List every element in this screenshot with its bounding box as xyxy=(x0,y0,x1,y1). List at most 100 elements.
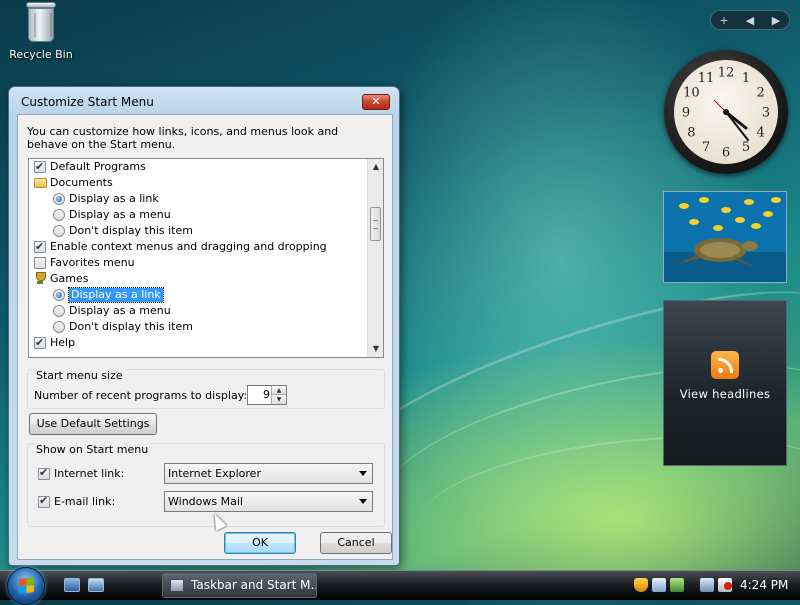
spin-up-button[interactable]: ▲ xyxy=(271,386,286,395)
taskbar-task-label: Taskbar and Start M... xyxy=(191,578,317,592)
clock-numeral: 1 xyxy=(742,71,750,86)
scroll-down-arrow[interactable]: ▼ xyxy=(368,341,383,357)
clock-numeral: 10 xyxy=(683,86,700,101)
spin-down-button[interactable]: ▼ xyxy=(271,395,286,404)
list-item[interactable]: Default Programs xyxy=(29,159,369,175)
list-item[interactable]: Display as a link xyxy=(29,287,369,303)
slideshow-gadget[interactable] xyxy=(663,191,787,283)
option-checkbox[interactable] xyxy=(34,257,46,269)
list-item-label: Enable context menus and dragging and dr… xyxy=(50,240,327,253)
sidebar-prev-button[interactable]: ◀ xyxy=(738,14,762,27)
internet-link-dropdown[interactable]: Internet Explorer xyxy=(164,463,373,484)
mute-indicator-icon xyxy=(724,582,732,590)
list-item-label: Don't display this item xyxy=(69,224,193,237)
list-item[interactable]: Help xyxy=(29,335,369,351)
option-radio[interactable] xyxy=(53,305,65,317)
option-checkbox[interactable] xyxy=(34,335,46,351)
intro-text: You can customize how links, icons, and … xyxy=(27,125,339,151)
defender-icon[interactable] xyxy=(652,578,666,592)
ok-button[interactable]: OK xyxy=(224,532,296,554)
taskbar-task-button[interactable]: Taskbar and Start M... xyxy=(162,573,317,598)
games-trophy-icon xyxy=(34,272,46,286)
start-menu-size-group: Start menu size Number of recent program… xyxy=(27,369,385,409)
list-item-label: Games xyxy=(50,272,89,285)
view-headlines-label[interactable]: View headlines xyxy=(664,387,786,401)
email-link-dropdown[interactable]: Windows Mail xyxy=(164,491,373,512)
list-item-label: Help xyxy=(50,336,76,349)
clock-numeral: 2 xyxy=(756,86,764,101)
list-item-label: Display as a menu xyxy=(69,208,171,221)
taskbar: Taskbar and Start M... 4:24 PM xyxy=(0,567,800,605)
option-radio[interactable] xyxy=(53,209,65,221)
internet-link-checkbox[interactable] xyxy=(38,466,50,480)
sidebar-next-button[interactable]: ▶ xyxy=(764,14,788,27)
start-menu-size-title: Start menu size xyxy=(34,369,125,382)
clock-numeral: 6 xyxy=(722,146,730,161)
option-checkbox[interactable] xyxy=(34,159,46,175)
internet-link-label: Internet link: xyxy=(54,467,125,480)
list-item[interactable]: Display as a menu xyxy=(29,303,369,319)
list-item-label: Display as a link xyxy=(68,287,164,303)
sync-icon[interactable] xyxy=(670,578,684,592)
list-item-label: Display as a menu xyxy=(69,304,171,317)
option-checkbox[interactable] xyxy=(34,239,46,255)
clock-gadget[interactable]: 12 1 2 3 4 5 6 7 8 9 10 11 xyxy=(664,50,788,174)
switch-windows-icon[interactable] xyxy=(88,578,104,592)
recent-programs-spinner[interactable]: 9 ▲ ▼ xyxy=(247,385,287,405)
list-item[interactable]: Don't display this item xyxy=(29,319,369,335)
add-gadget-button[interactable]: + xyxy=(712,14,736,27)
list-item[interactable]: Favorites menu xyxy=(29,255,369,271)
list-item[interactable]: Documents xyxy=(29,175,369,191)
clock-numeral: 12 xyxy=(718,66,735,81)
list-item-label: Display as a link xyxy=(69,192,159,205)
recycle-bin-label: Recycle Bin xyxy=(9,48,73,61)
clock-numeral: 4 xyxy=(756,126,764,141)
use-default-settings-button[interactable]: Use Default Settings xyxy=(29,413,157,435)
close-button[interactable]: ✕ xyxy=(362,94,390,110)
rss-icon xyxy=(711,351,739,379)
clock-face: 12 1 2 3 4 5 6 7 8 9 10 11 xyxy=(674,60,778,164)
turtle-photo xyxy=(664,192,786,282)
list-item[interactable]: Don't display this item xyxy=(29,223,369,239)
email-link-checkbox[interactable] xyxy=(38,494,50,508)
list-item[interactable]: Display as a menu xyxy=(29,207,369,223)
list-item[interactable]: Enable context menus and dragging and dr… xyxy=(29,239,369,255)
clock-numeral: 5 xyxy=(742,140,750,155)
option-radio[interactable] xyxy=(53,225,65,237)
feed-headlines-gadget[interactable]: View headlines xyxy=(663,300,787,466)
clock-svg: 12 12 3 45678 9 1011 xyxy=(682,66,770,161)
list-item[interactable]: Display as a link xyxy=(29,191,369,207)
options-listbox[interactable]: Default Programs Documents Display as a li… xyxy=(28,158,384,358)
list-scrollbar[interactable]: ▲ ▼ xyxy=(367,159,383,357)
folder-icon xyxy=(34,178,47,188)
close-icon: ✕ xyxy=(371,95,381,108)
network-icon[interactable] xyxy=(700,578,714,592)
recent-programs-label: Number of recent programs to display: xyxy=(34,389,248,402)
clock-numeral: 8 xyxy=(687,126,695,141)
dialog-title: Customize Start Menu xyxy=(21,95,154,109)
option-radio[interactable] xyxy=(53,321,65,333)
scroll-thumb[interactable] xyxy=(370,207,381,241)
control-panel-icon xyxy=(170,579,184,592)
recycle-bin-icon xyxy=(24,2,58,44)
security-shield-icon[interactable] xyxy=(634,578,648,592)
recent-programs-value[interactable]: 9 xyxy=(250,388,270,401)
scroll-up-arrow[interactable]: ▲ xyxy=(368,159,383,175)
internet-link-value: Internet Explorer xyxy=(168,467,261,480)
clock-numeral: 11 xyxy=(698,71,715,86)
show-desktop-icon[interactable] xyxy=(64,578,80,592)
option-radio[interactable] xyxy=(53,289,65,301)
list-item-label: Documents xyxy=(50,176,113,189)
option-radio[interactable] xyxy=(53,193,65,205)
show-on-start-title: Show on Start menu xyxy=(34,443,151,456)
clock-numeral: 3 xyxy=(762,106,770,121)
list-item[interactable]: Games xyxy=(29,271,369,287)
start-button[interactable] xyxy=(7,567,45,605)
taskbar-clock[interactable]: 4:24 PM xyxy=(740,578,788,592)
show-on-start-group: Show on Start menu Internet link: Intern… xyxy=(27,443,385,527)
recycle-bin-desktop-icon[interactable]: Recycle Bin xyxy=(6,2,76,61)
clock-numeral: 7 xyxy=(702,140,710,155)
list-item-partial xyxy=(29,351,369,357)
clock-numeral: 9 xyxy=(682,106,690,121)
cancel-button[interactable]: Cancel xyxy=(320,532,392,554)
